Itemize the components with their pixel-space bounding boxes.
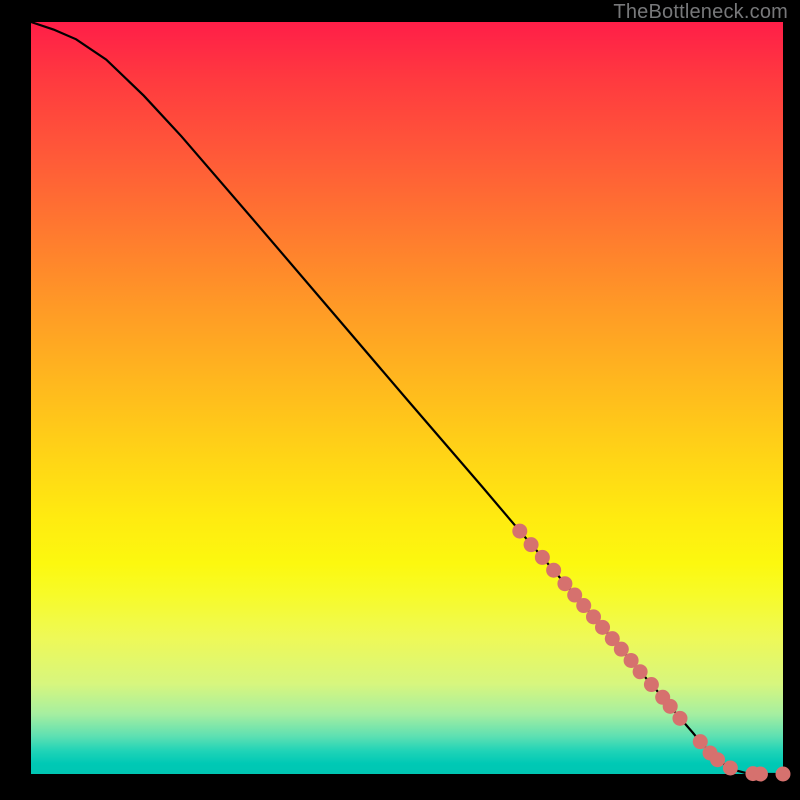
data-marker [595,620,610,635]
data-marker [672,711,687,726]
data-marker [524,537,539,552]
data-marker [753,767,768,782]
data-marker [693,734,708,749]
watermark-text: TheBottleneck.com [613,1,788,24]
chart-frame: TheBottleneck.com [0,0,800,800]
data-marker [723,760,738,775]
series-markers [512,524,790,782]
data-marker [535,550,550,565]
data-marker [614,642,629,657]
plot-area [31,22,783,774]
data-marker [633,664,648,679]
data-marker [644,677,659,692]
data-marker [546,563,561,578]
data-marker [776,767,791,782]
chart-svg [31,22,783,774]
data-marker [557,576,572,591]
data-marker [512,524,527,539]
data-marker [710,752,725,767]
data-marker [576,598,591,613]
data-marker [663,699,678,714]
series-line [31,22,783,774]
